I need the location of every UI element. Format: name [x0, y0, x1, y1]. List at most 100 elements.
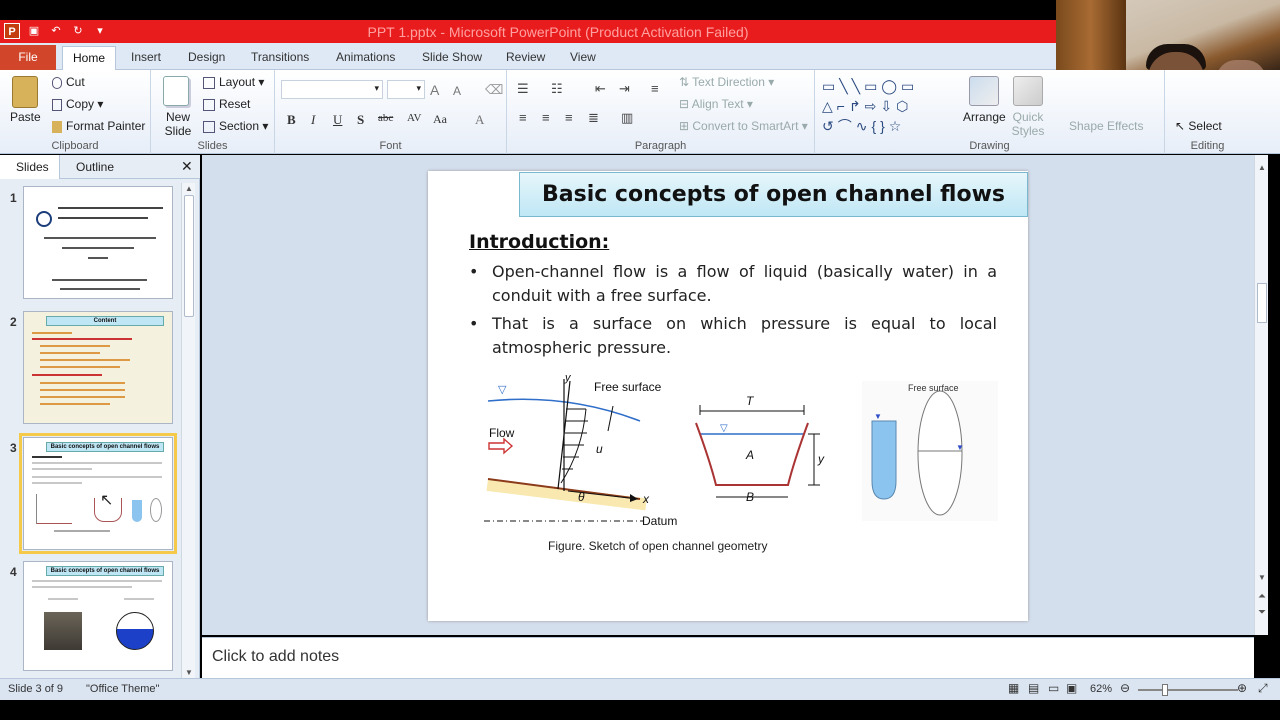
text-direction-icon: ⇅: [679, 75, 693, 89]
align-center-icon[interactable]: ≡: [542, 110, 550, 125]
tab-slide-show[interactable]: Slide Show: [422, 46, 482, 70]
tab-file[interactable]: File: [0, 45, 56, 70]
shapes-gallery[interactable]: ▭╲╲▭◯▭ △⌐↱⇨⇩⬡ ↺⌒∿{}☆: [822, 76, 956, 134]
format-painter-button[interactable]: Format Painter: [52, 119, 145, 133]
line-spacing-icon[interactable]: ≡: [651, 81, 659, 96]
tab-insert[interactable]: Insert: [131, 46, 161, 70]
ribbon-tabs: File Home Insert Design Transitions Anim…: [0, 43, 1056, 70]
scroll-up-icon[interactable]: ▲: [1258, 163, 1266, 172]
numbering-icon[interactable]: ☷: [551, 81, 563, 97]
copy-button[interactable]: Copy ▾: [52, 97, 103, 111]
tab-view[interactable]: View: [570, 46, 596, 70]
introduction-heading[interactable]: Introduction:: [469, 231, 609, 253]
open-channel-figure[interactable]: ▽ Free surface y Flow u θ x Datum ▽ T A …: [478, 371, 1008, 541]
scroll-down-icon[interactable]: ▼: [1258, 573, 1266, 582]
scrollbar-thumb[interactable]: [184, 195, 194, 317]
font-color-icon[interactable]: A: [475, 112, 484, 128]
increase-indent-icon[interactable]: ⇥: [619, 81, 630, 97]
next-slide-icon[interactable]: ⏷: [1258, 607, 1266, 618]
justify-icon[interactable]: ≣: [588, 110, 599, 126]
font-size-combo[interactable]: ▾: [387, 80, 425, 99]
scrollbar-thumb[interactable]: [1257, 283, 1267, 323]
slide-thumbnail-4[interactable]: Basic concepts of open channel flows: [23, 561, 173, 671]
bullet-text: Open-channel flow is a flow of liquid (b…: [492, 262, 997, 305]
change-case-icon[interactable]: Aa: [433, 112, 447, 127]
reset-icon: [203, 98, 215, 111]
shadow-icon[interactable]: S: [357, 112, 364, 128]
zoom-slider[interactable]: [1138, 689, 1238, 691]
cut-button[interactable]: Cut: [52, 75, 85, 89]
layout-button[interactable]: Layout ▾: [203, 75, 264, 89]
grow-font-icon[interactable]: A: [430, 82, 439, 98]
layout-label: Layout: [219, 75, 256, 89]
new-slide-button[interactable]: New Slide: [163, 110, 193, 138]
slide-thumbnail-3[interactable]: Basic concepts of open channel flows ↖: [19, 433, 177, 554]
arrange-button[interactable]: Arrange: [963, 110, 1006, 124]
pane-tabs: Slides Outline ✕: [0, 155, 200, 179]
thumbnail-number: 1: [10, 191, 17, 205]
slide-sorter-icon[interactable]: ▤: [1028, 681, 1039, 695]
scroll-up-icon[interactable]: ▲: [185, 184, 193, 193]
tab-home[interactable]: Home: [62, 46, 117, 70]
bullet-item[interactable]: • Open-channel flow is a flow of liquid (…: [469, 260, 997, 308]
select-button[interactable]: ↖ Select: [1175, 119, 1222, 133]
slide-thumbnail-2[interactable]: Content: [23, 311, 173, 424]
notes-placeholder[interactable]: Click to add notes: [212, 648, 339, 666]
area-label: A: [745, 448, 754, 462]
section-button[interactable]: Section ▾: [203, 119, 268, 133]
theme-name[interactable]: "Office Theme": [86, 683, 159, 695]
zoom-in-icon[interactable]: ⊕: [1237, 681, 1247, 695]
zoom-level[interactable]: 62%: [1090, 683, 1112, 695]
paste-button[interactable]: Paste: [10, 110, 41, 124]
clear-formatting-icon[interactable]: ⌫: [485, 82, 503, 98]
slideshow-view-icon[interactable]: ▣: [1066, 681, 1077, 695]
character-spacing-icon[interactable]: AV: [407, 112, 421, 124]
align-left-icon[interactable]: ≡: [519, 110, 527, 125]
fit-to-window-icon[interactable]: ⤢: [1258, 681, 1268, 696]
reset-button[interactable]: Reset: [203, 97, 250, 111]
thumbnails-scrollbar[interactable]: ▲ ▼: [181, 183, 195, 678]
tab-design[interactable]: Design: [188, 46, 225, 70]
bullets-icon[interactable]: ☰: [517, 81, 529, 97]
shape-effects-button[interactable]: Shape Effects: [1069, 119, 1144, 133]
bullet-item[interactable]: • That is a surface on which pressure is …: [469, 312, 997, 360]
canvas-scrollbar[interactable]: ▲ ▼ ⏶ ⏷: [1254, 155, 1268, 635]
tab-animations[interactable]: Animations: [336, 46, 395, 70]
previous-slide-icon[interactable]: ⏶: [1258, 591, 1266, 602]
decrease-indent-icon[interactable]: ⇤: [595, 81, 606, 97]
italic-icon[interactable]: I: [311, 112, 315, 128]
free-surface-label-2: Free surface: [908, 383, 959, 393]
shrink-font-icon[interactable]: A: [453, 84, 461, 98]
slide-thumbnail-1[interactable]: [23, 186, 173, 299]
notes-pane[interactable]: Click to add notes: [202, 637, 1254, 678]
slide-title[interactable]: Basic concepts of open channel flows: [519, 172, 1028, 217]
tab-transitions[interactable]: Transitions: [251, 46, 309, 70]
zoom-out-icon[interactable]: ⊖: [1120, 681, 1130, 695]
align-right-icon[interactable]: ≡: [565, 110, 573, 125]
text-direction-label: Text Direction: [692, 75, 765, 89]
section-label: Section: [219, 119, 260, 133]
reading-view-icon[interactable]: ▭: [1048, 681, 1059, 695]
font-family-combo[interactable]: ▾: [281, 80, 383, 99]
bold-icon[interactable]: B: [287, 112, 296, 128]
slide-canvas[interactable]: Basic concepts of open channel flows Int…: [428, 171, 1028, 621]
tab-review[interactable]: Review: [506, 46, 545, 70]
strikethrough-icon[interactable]: abc: [378, 112, 393, 124]
zoom-slider-handle[interactable]: [1162, 684, 1168, 696]
text-direction-button[interactable]: ⇅ Text Direction ▾: [679, 75, 774, 89]
format-painter-label: Format Painter: [66, 119, 146, 133]
free-surface-label: Free surface: [594, 380, 662, 394]
scroll-down-icon[interactable]: ▼: [185, 668, 193, 677]
quick-styles-icon: [1013, 76, 1043, 106]
quick-styles-button[interactable]: Quick Styles: [1011, 110, 1045, 138]
convert-smartart-button[interactable]: ⊞ Convert to SmartArt ▾: [679, 119, 808, 133]
columns-icon[interactable]: ▥: [621, 110, 633, 126]
underline-icon[interactable]: U: [333, 112, 342, 128]
align-text-button[interactable]: ⊟ Align Text ▾: [679, 97, 753, 111]
reset-label: Reset: [219, 97, 251, 111]
new-slide-icon: [163, 76, 189, 106]
tab-outline[interactable]: Outline: [76, 160, 114, 174]
close-pane-icon[interactable]: ✕: [181, 158, 193, 175]
tab-slides[interactable]: Slides: [0, 155, 60, 179]
normal-view-icon[interactable]: ▦: [1008, 681, 1019, 695]
